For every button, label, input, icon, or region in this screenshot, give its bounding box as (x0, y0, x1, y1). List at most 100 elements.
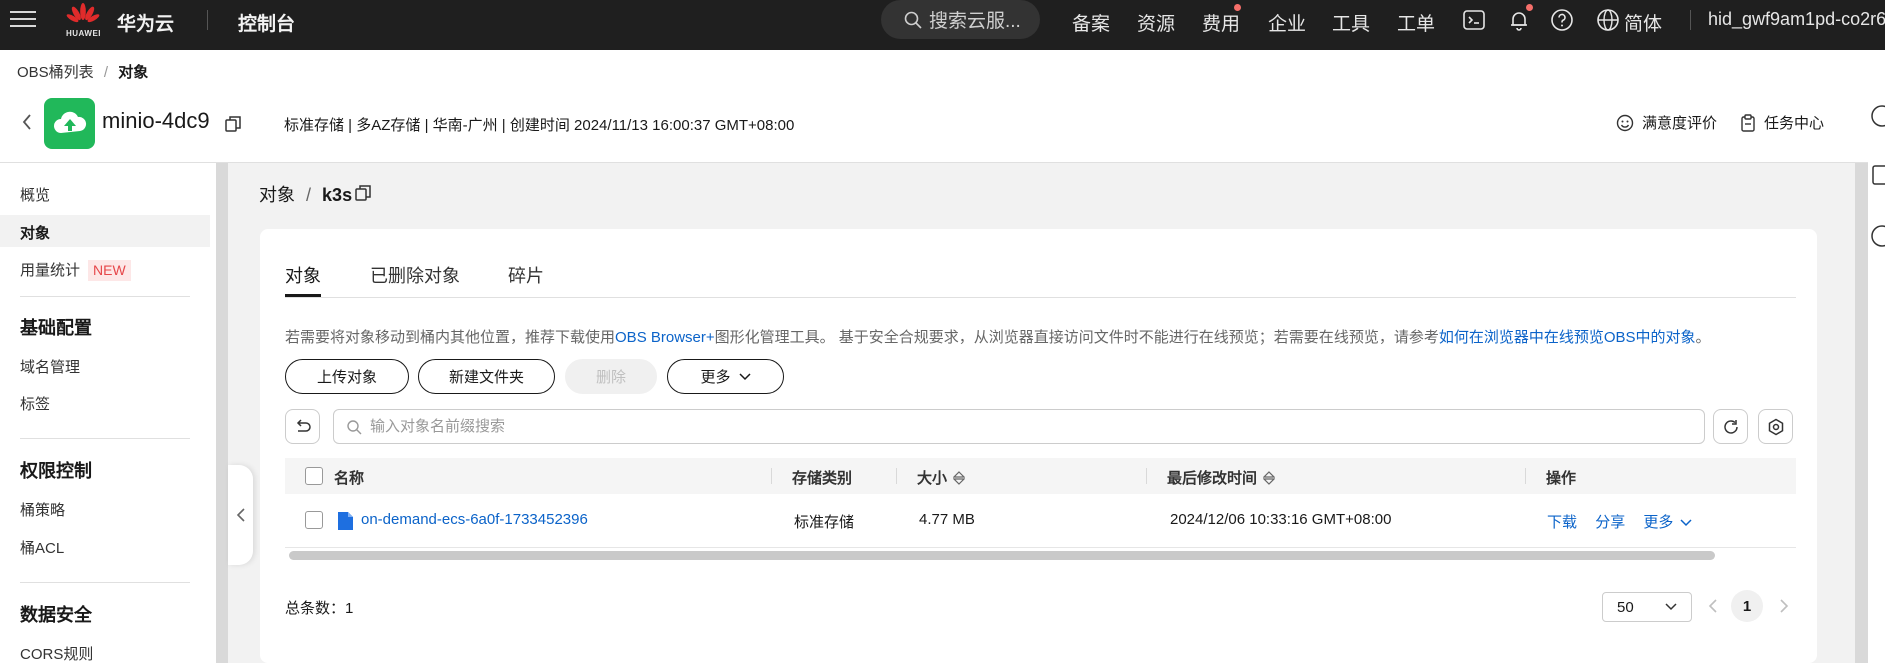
tab-objects[interactable]: 对象 (285, 262, 321, 288)
column-size[interactable]: 大小 (917, 467, 966, 488)
sort-icon (953, 470, 966, 485)
bucket-name: minio-4dc9 (102, 108, 210, 133)
console-link[interactable]: 控制台 (238, 9, 295, 36)
column-operations: 操作 (1546, 467, 1576, 488)
task-center-link[interactable]: 任务中心 (1740, 112, 1824, 133)
cloud-shell-icon[interactable] (1462, 8, 1486, 32)
settings-button[interactable] (1758, 409, 1793, 444)
breadcrumb-bucket-list[interactable]: OBS桶列表 (17, 64, 94, 81)
sort-icon (1263, 470, 1276, 485)
help-icon[interactable] (1550, 8, 1574, 32)
bell-notification-dot (1526, 4, 1533, 11)
sidebar-divider (20, 582, 190, 583)
task-center-label: 任务中心 (1764, 115, 1825, 132)
modified-cell: 2024/12/06 10:33:16 GMT+08:00 (1170, 511, 1392, 528)
topbar-divider (207, 10, 208, 30)
total-value: 1 (345, 600, 354, 617)
copy-path-icon[interactable] (354, 184, 372, 202)
nav-enterprise[interactable]: 企业 (1268, 9, 1306, 36)
hint-prefix: 若需要将对象移动到桶内其他位置，推荐下载使用 (285, 329, 616, 346)
tab-deleted-objects[interactable]: 已删除对象 (370, 262, 460, 288)
brand-name[interactable]: 华为云 (117, 9, 174, 36)
copy-bucket-name-icon[interactable] (224, 115, 242, 133)
operations-cell: 下载 分享 更多 (1547, 511, 1692, 532)
satisfaction-rating-link[interactable]: 满意度评价 (1616, 112, 1717, 133)
column-divider[interactable] (1146, 468, 1147, 484)
global-search[interactable]: 搜索云服... (881, 0, 1040, 39)
row-more-link[interactable]: 更多 (1643, 514, 1673, 531)
new-folder-button[interactable]: 新建文件夹 (418, 359, 555, 394)
tabs-divider (285, 297, 1796, 298)
column-name-label: 名称 (334, 470, 365, 487)
hint-suffix: 。 (1695, 329, 1711, 346)
column-modified[interactable]: 最后修改时间 (1167, 467, 1276, 488)
obs-browser-link[interactable]: OBS Browser+ (615, 329, 715, 346)
preview-guide-link[interactable]: 如何在浏览器中在线预览OBS中的对象 (1439, 329, 1696, 346)
sidebar-collapse-toggle[interactable] (228, 465, 253, 565)
object-search[interactable] (333, 409, 1705, 444)
sidebar-item-bucket-policy[interactable]: 桶策略 (20, 499, 65, 520)
sidebar-item-cors[interactable]: CORS规则 (20, 643, 93, 664)
sidebar-item-domain[interactable]: 域名管理 (20, 356, 80, 377)
current-page[interactable]: 1 (1731, 590, 1763, 622)
upload-object-button[interactable]: 上传对象 (285, 359, 409, 394)
total-count: 总条数：1 (285, 597, 353, 618)
refresh-button[interactable] (1713, 409, 1748, 444)
globe-icon[interactable] (1596, 8, 1620, 32)
sidebar-section-data-security: 数据安全 (20, 605, 92, 625)
download-link[interactable]: 下载 (1547, 514, 1577, 531)
menu-icon[interactable] (10, 6, 36, 32)
object-search-input[interactable] (370, 418, 1670, 435)
sidebar-item-objects[interactable]: 对象 (20, 222, 50, 243)
sidebar-item-bucket-acl[interactable]: 桶ACL (20, 537, 64, 558)
sidebar-item-tags[interactable]: 标签 (20, 393, 50, 414)
nav-tools[interactable]: 工具 (1332, 9, 1370, 36)
back-arrow-icon[interactable] (20, 112, 34, 132)
select-all-checkbox[interactable] (305, 467, 323, 485)
sidebar-scrollbar[interactable] (216, 163, 228, 663)
sidebar-divider (20, 438, 190, 439)
back-folder-button[interactable] (285, 409, 320, 444)
table-horizontal-scrollbar[interactable] (289, 551, 1715, 560)
column-size-label: 大小 (917, 470, 948, 487)
sidebar-item-usage[interactable]: 用量统计 NEW (20, 259, 131, 281)
share-link[interactable]: 分享 (1595, 514, 1625, 531)
right-floating-toolbar (1868, 96, 1885, 296)
path-root[interactable]: 对象 (259, 185, 295, 205)
bucket-header: minio-4dc9 标准存储 | 多AZ存储 | 华南-广州 | 创建时间 2… (0, 96, 1885, 152)
nav-billing[interactable]: 费用 (1202, 9, 1240, 36)
gear-icon (1768, 418, 1783, 435)
column-divider[interactable] (896, 468, 897, 484)
row-checkbox[interactable] (305, 511, 323, 529)
more-actions-label: 更多 (700, 369, 731, 386)
nav-tickets[interactable]: 工单 (1397, 9, 1435, 36)
column-divider[interactable] (1525, 468, 1526, 484)
sidebar-divider (20, 296, 190, 297)
table-row: on-demand-ecs-6a0f-1733452396 标准存储 4.77 … (285, 494, 1796, 548)
page-size-select[interactable]: 50 (1602, 592, 1692, 622)
delete-button[interactable]: 删除 (565, 359, 657, 394)
more-actions-button[interactable]: 更多 (667, 359, 784, 394)
nav-resources[interactable]: 资源 (1137, 9, 1175, 36)
topbar-divider-user (1690, 10, 1691, 30)
column-divider[interactable] (771, 468, 772, 484)
object-name-link[interactable]: on-demand-ecs-6a0f-1733452396 (361, 511, 588, 528)
bucket-meta: 标准存储 | 多AZ存储 | 华南-广州 | 创建时间 2024/11/13 1… (284, 117, 795, 134)
user-account[interactable]: hid_gwf9am1pd-co2r6 (1708, 9, 1885, 30)
language-switch[interactable]: 简体 (1624, 9, 1662, 36)
breadcrumb-separator: / (103, 64, 109, 81)
main-scrollbar[interactable] (1855, 163, 1868, 663)
billing-notification-dot (1234, 4, 1241, 11)
prev-page-icon[interactable] (1708, 598, 1718, 614)
bell-icon[interactable] (1507, 8, 1531, 32)
sidebar-item-overview[interactable]: 概览 (20, 184, 50, 205)
column-modified-label: 最后修改时间 (1167, 470, 1258, 487)
nav-filing[interactable]: 备案 (1072, 9, 1110, 36)
top-bar: HUAWEI 华为云 控制台 搜索云服... 备案 资源 费用 企业 工具 工单… (0, 0, 1885, 50)
chevron-left-icon (236, 508, 245, 522)
sidebar-section-access-control: 权限控制 (20, 461, 92, 481)
search-icon (347, 419, 362, 434)
chevron-down-icon (738, 372, 751, 380)
tab-fragments[interactable]: 碎片 (508, 262, 544, 288)
next-page-icon[interactable] (1779, 598, 1789, 614)
